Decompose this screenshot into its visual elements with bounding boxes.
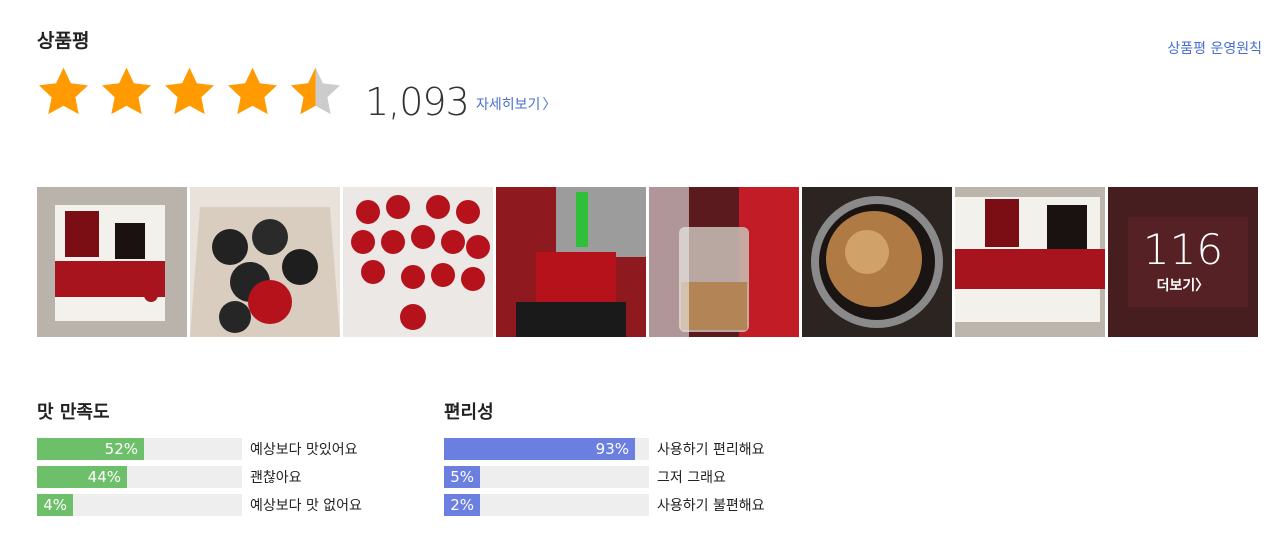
- survey-percent: 2%: [450, 496, 474, 514]
- survey-percent: 44%: [87, 468, 121, 486]
- star-rating: [35, 64, 344, 121]
- review-section-title: 상품평: [37, 30, 90, 52]
- more-photos-count: 116: [1142, 225, 1224, 274]
- survey-bar-row: 93% 사용하기 편리해요: [444, 438, 765, 460]
- survey-bar-fill: 5%: [444, 466, 480, 488]
- review-photo-thumbnail[interactable]: [802, 187, 952, 337]
- convenience-section: 편리성 93% 사용하기 편리해요 5% 그저 그래요 2% 사용하기 불편해요: [444, 398, 765, 522]
- review-photo-thumbnail[interactable]: [37, 187, 187, 337]
- chevron-right-icon: 〉: [542, 97, 557, 113]
- survey-bar-row: 4% 예상보다 맛 없어요: [37, 494, 362, 516]
- survey-percent: 5%: [450, 468, 474, 486]
- survey-option-label: 예상보다 맛있어요: [250, 442, 358, 458]
- taste-satisfaction-title: 맛 만족도: [37, 402, 110, 423]
- star-icon: [228, 67, 277, 115]
- survey-percent: 93%: [595, 440, 629, 458]
- review-photo-thumbnail[interactable]: [190, 187, 340, 337]
- survey-option-label: 사용하기 편리해요: [657, 442, 765, 458]
- half-star-icon: [291, 67, 340, 115]
- survey-bar-fill: 93%: [444, 438, 635, 460]
- survey-option-label: 예상보다 맛 없어요: [250, 498, 362, 514]
- survey-percent: 4%: [43, 496, 67, 514]
- review-policy-link[interactable]: 상품평 운영원칙: [1167, 38, 1262, 58]
- survey-bar-row: 52% 예상보다 맛있어요: [37, 438, 362, 460]
- star-icon: [165, 67, 214, 115]
- survey-bar-track: 44%: [37, 466, 242, 488]
- survey-bar-row: 5% 그저 그래요: [444, 466, 765, 488]
- review-photo-thumbnail[interactable]: [496, 187, 646, 337]
- survey-bar-fill: 4%: [37, 494, 73, 516]
- review-count: 1,093: [365, 80, 470, 124]
- more-photos-button[interactable]: 116 더보기〉: [1108, 187, 1258, 337]
- star-icon: [102, 67, 151, 115]
- rating-detail-link[interactable]: 자세히보기 〉: [476, 94, 556, 114]
- survey-bar-track: 52%: [37, 438, 242, 460]
- survey-percent: 52%: [104, 440, 138, 458]
- survey-bar-row: 2% 사용하기 불편해요: [444, 494, 765, 516]
- survey-bar-track: 4%: [37, 494, 242, 516]
- more-photos-label: 더보기〉: [1156, 278, 1210, 294]
- survey-bar-track: 93%: [444, 438, 649, 460]
- survey-bar-row: 44% 괜찮아요: [37, 466, 362, 488]
- survey-option-label: 그저 그래요: [657, 470, 726, 486]
- review-photo-thumbnail[interactable]: [649, 187, 799, 337]
- review-photo-gallery: 116 더보기〉: [37, 187, 1258, 337]
- survey-bar-fill: 2%: [444, 494, 480, 516]
- star-icon: [39, 67, 88, 115]
- survey-option-label: 괜찮아요: [250, 470, 302, 486]
- survey-bar-fill: 44%: [37, 466, 127, 488]
- survey-option-label: 사용하기 불편해요: [657, 498, 765, 514]
- rating-detail-label: 자세히보기: [476, 97, 541, 113]
- review-photo-thumbnail[interactable]: [343, 187, 493, 337]
- survey-bar-track: 2%: [444, 494, 649, 516]
- review-photo-thumbnail[interactable]: [955, 187, 1105, 337]
- survey-bar-fill: 52%: [37, 438, 144, 460]
- taste-satisfaction-section: 맛 만족도 52% 예상보다 맛있어요 44% 괜찮아요 4% 예상보다 맛 없…: [37, 398, 362, 522]
- convenience-title: 편리성: [444, 402, 494, 423]
- survey-bar-track: 5%: [444, 466, 649, 488]
